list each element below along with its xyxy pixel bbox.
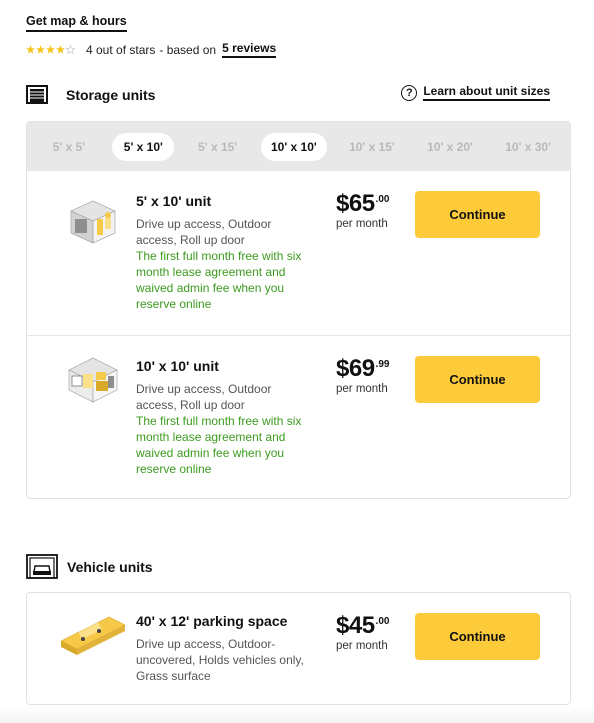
unit-price: $45 .00 per month xyxy=(336,612,390,653)
learn-unit-sizes-link[interactable]: ? Learn about unit sizes xyxy=(401,84,550,101)
parking-space-illustration xyxy=(60,616,126,655)
vehicle-units-heading: Vehicle units xyxy=(26,554,153,579)
storage-unit-icon xyxy=(26,85,48,104)
continue-button[interactable]: Continue xyxy=(415,191,540,238)
price-dollars: $69 xyxy=(336,355,375,382)
price-dollars: $65 xyxy=(336,190,375,217)
unit-info: 10' x 10' unit Drive up access, Outdoor … xyxy=(136,358,311,477)
tab-5x15[interactable]: 5' x 15' xyxy=(187,133,249,161)
help-icon: ? xyxy=(401,84,418,101)
tab-10x10[interactable]: 10' x 10' xyxy=(260,132,327,161)
star-rating xyxy=(26,45,76,54)
star-filled-icon xyxy=(36,45,45,54)
get-map-hours-link[interactable]: Get map & hours xyxy=(26,14,127,32)
size-filter-tabs: 5' x 5' 5' x 10' 5' x 15' 10' x 10' 10' … xyxy=(27,122,570,171)
price-cents: .00 xyxy=(375,194,390,205)
star-empty-icon xyxy=(66,45,75,54)
price-cents: .99 xyxy=(375,359,390,370)
continue-button[interactable]: Continue xyxy=(415,613,540,660)
star-filled-icon xyxy=(26,45,35,54)
star-filled-icon xyxy=(46,45,55,54)
learn-link-label: Learn about unit sizes xyxy=(423,84,550,101)
tab-5x5[interactable]: 5' x 5' xyxy=(38,133,100,161)
tab-10x20[interactable]: 10' x 20' xyxy=(417,133,483,161)
unit-promo: The first full month free with six month… xyxy=(136,414,302,476)
tab-10x30[interactable]: 10' x 30' xyxy=(495,133,561,161)
bottom-fade xyxy=(0,705,594,723)
based-on-text: - based on xyxy=(159,42,217,57)
price-cents: .00 xyxy=(375,616,390,627)
unit-10x10-illustration xyxy=(68,357,118,403)
storage-units-panel: 5' x 5' 5' x 10' 5' x 15' 10' x 10' 10' … xyxy=(26,121,571,499)
unit-features: Drive up access, Outdoor-uncovered, Hold… xyxy=(136,637,304,683)
unit-name: 5' x 10' unit xyxy=(136,193,212,209)
price-dollars: $45 xyxy=(336,612,375,639)
unit-5x10-illustration xyxy=(70,200,116,244)
unit-name: 10' x 10' unit xyxy=(136,358,219,374)
rating-text: 4 out of stars xyxy=(86,42,156,57)
unit-info: 5' x 10' unit Drive up access, Outdoor a… xyxy=(136,193,311,312)
tab-5x10[interactable]: 5' x 10' xyxy=(112,132,175,161)
continue-button[interactable]: Continue xyxy=(415,356,540,403)
unit-features: Drive up access, Outdoor access, Roll up… xyxy=(136,382,272,412)
section-title: Storage units xyxy=(66,86,156,103)
unit-name: 40' x 12' parking space xyxy=(136,613,288,629)
rating-summary: 4 out of stars - based on 5 reviews xyxy=(26,41,277,58)
unit-card: 40' x 12' parking space Drive up access,… xyxy=(27,593,570,704)
price-period: per month xyxy=(336,640,388,652)
vehicle-unit-icon xyxy=(26,554,58,579)
star-filled-icon xyxy=(56,45,65,54)
unit-price: $65 .00 per month xyxy=(336,190,390,231)
vehicle-units-panel: 40' x 12' parking space Drive up access,… xyxy=(26,592,571,705)
unit-promo: The first full month free with six month… xyxy=(136,249,302,311)
unit-price: $69 .99 per month xyxy=(336,355,390,396)
unit-card: 10' x 10' unit Drive up access, Outdoor … xyxy=(27,335,570,498)
storage-units-heading: Storage units xyxy=(26,85,155,104)
unit-info: 40' x 12' parking space Drive up access,… xyxy=(136,613,311,684)
price-period: per month xyxy=(336,383,388,395)
section-title: Vehicle units xyxy=(67,558,153,575)
unit-features: Drive up access, Outdoor access, Roll up… xyxy=(136,217,272,247)
reviews-link[interactable]: 5 reviews xyxy=(222,41,277,58)
price-period: per month xyxy=(336,218,388,230)
tab-10x15[interactable]: 10' x 15' xyxy=(339,133,405,161)
unit-card: 5' x 10' unit Drive up access, Outdoor a… xyxy=(27,171,570,335)
